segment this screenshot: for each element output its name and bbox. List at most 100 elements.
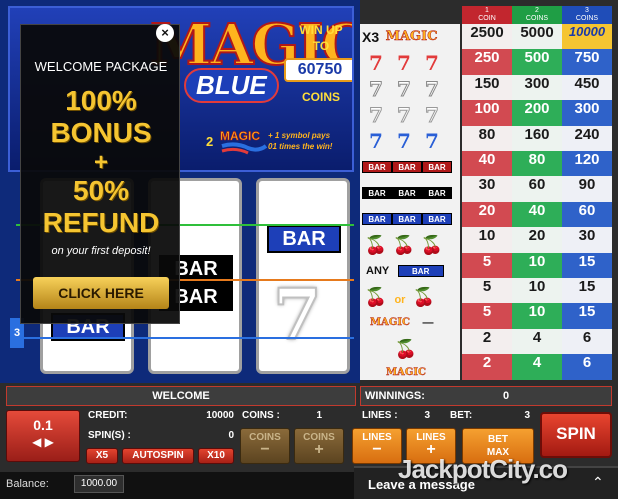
paytable-cell: 20 — [512, 227, 562, 254]
paytable-symbol-row: BAR BAR BAR — [362, 154, 458, 180]
red-seven-icon: 7 — [369, 51, 383, 75]
any-bar-icon: BAR — [397, 265, 444, 277]
spins-value: 0 — [228, 430, 234, 441]
spin-button[interactable]: SPIN — [540, 412, 612, 458]
blue-seven-icon: 7 — [369, 129, 383, 153]
balance-label: Balance: — [6, 478, 49, 490]
paytable-cell: 160 — [512, 125, 562, 152]
coins-plus-button[interactable]: COINS + — [294, 428, 344, 464]
x10-button[interactable]: X10 — [198, 448, 234, 464]
credit-value: 10000 — [206, 410, 234, 421]
black-bar-icon: BAR — [392, 187, 422, 199]
paytable-cell: 80 — [512, 151, 562, 177]
lines-value: 3 — [424, 410, 430, 421]
white-seven-icon: 7 — [397, 77, 412, 101]
paytable-symbol-row: 777 — [362, 76, 458, 102]
welcome-subtitle: on your first deposit! — [51, 245, 151, 257]
reel-3-bar: BAR — [267, 225, 341, 253]
blue-bar-icon: BAR — [422, 213, 452, 225]
paytable-symbol-row: MAGIC — [362, 362, 458, 380]
paytable-cell: 2500 — [462, 24, 512, 50]
paytable-cell: 90 — [562, 176, 612, 203]
paytable-cell: 10 — [462, 227, 512, 254]
logo-blue: BLUE — [184, 68, 279, 103]
payline-3 — [16, 337, 354, 339]
lines-minus-button[interactable]: LINES − — [352, 428, 402, 464]
cherry-icon: 🍒 — [420, 235, 444, 255]
white-seven-icon: 7 — [397, 103, 412, 127]
blue-seven-icon: 7 — [397, 129, 411, 153]
paytable-cell: 150 — [462, 74, 512, 101]
paytable-cell: 5 — [462, 303, 512, 330]
paytable-symbol-row: 🍒 — [362, 336, 458, 362]
paytable-cell: 30 — [562, 227, 612, 254]
paytable-cell: 2 — [462, 354, 512, 381]
paytable-cell: 240 — [562, 125, 612, 152]
paytable-cell: 500 — [512, 49, 562, 76]
cherry-icon: 🍒 — [392, 235, 416, 255]
winnings-display: WINNINGS: 0 — [360, 386, 612, 406]
coin-value: 0.1 — [33, 417, 53, 433]
coin-value-arrows-icon[interactable]: ◀ ▶ — [7, 435, 79, 449]
autospin-button[interactable]: AUTOSPIN — [122, 448, 194, 464]
paytable-symbol-row: ANY BAR — [362, 258, 458, 284]
paytable-cell: 4 — [512, 328, 562, 355]
coins-value: 1 — [316, 410, 322, 421]
paytable-cell: 40 — [512, 201, 562, 228]
paytable: 1 COIN 2 COINS 3 COINS X3 MAGIC 777 777 … — [360, 6, 612, 381]
coins-minus-button[interactable]: COINS − — [240, 428, 290, 464]
paytable-symbols: X3 MAGIC 777 777 777 777 BAR BAR BAR BAR BA… — [360, 24, 460, 380]
magic-logo-icon: MAGIC — [369, 317, 410, 328]
paytable-cell: 10 — [512, 252, 562, 279]
paytable-cell: 5 — [462, 252, 512, 279]
x5-button[interactable]: X5 — [86, 448, 118, 464]
paytable-cell: 30 — [462, 176, 512, 203]
paytable-header-1-coin: 1 COIN — [462, 6, 512, 24]
paytable-cell: 5000 — [512, 24, 562, 50]
paytable-cell: 2 — [462, 328, 512, 355]
welcome-bonus-percent: 100% — [65, 85, 137, 116]
red-bar-icon: BAR — [362, 161, 392, 173]
paytable-cell: 20 — [462, 201, 512, 228]
promo-number: 2 — [206, 134, 214, 149]
spins-label: SPIN(S) : — [88, 430, 131, 441]
paytable-cell: 10 — [512, 303, 562, 330]
paytable-cell: 10000 — [562, 24, 612, 50]
win-up-to-label: WIN UP TO — [299, 23, 343, 53]
click-here-button[interactable]: CLICK HERE — [33, 277, 169, 309]
paytable-cell: 4 — [512, 354, 562, 381]
paytable-cell: 120 — [562, 151, 612, 177]
paytable-cell: 300 — [562, 100, 612, 127]
paytable-symbol-row: 777 — [362, 102, 458, 128]
white-seven-icon: 7 — [369, 77, 384, 101]
dash-label: — — [422, 317, 434, 329]
coin-value-selector[interactable]: 0.1 ◀ ▶ — [6, 410, 80, 462]
paytable-symbol-row: 777 — [362, 50, 458, 76]
paytable-cell: 60 — [512, 176, 562, 203]
red-bar-icon: BAR — [422, 161, 452, 173]
multiplier-label: X3 — [362, 29, 380, 45]
reel-3: BAR 7 — [256, 178, 350, 374]
paytable-cell: 5 — [462, 278, 512, 304]
paytable-symbol-row: 🍒 or 🍒 — [362, 284, 458, 310]
paytable-column-2-coins: 5000 500 300 200 160 80 60 40 20 10 10 10 4 4 — [512, 24, 562, 381]
paytable-symbol-row: MAGIC — — [362, 310, 458, 336]
welcome-refund-percent: 50% — [72, 175, 130, 206]
paytable-cell: 200 — [512, 100, 562, 127]
paytable-column-1-coin: 2500 250 150 100 80 40 30 20 10 5 5 5 2 2 — [462, 24, 512, 381]
black-bar-icon: BAR — [362, 187, 392, 199]
close-icon[interactable]: × — [156, 24, 174, 42]
or-label: or — [394, 294, 406, 306]
red-bar-icon: BAR — [392, 161, 422, 173]
chevron-up-icon[interactable]: ⌃ — [592, 474, 604, 491]
jackpot-coins-label: COINS — [301, 90, 340, 104]
status-message: WELCOME — [6, 386, 356, 406]
paytable-symbol-row: BAR BAR BAR — [362, 180, 458, 206]
welcome-refund-label: REFUND — [42, 207, 160, 238]
paytable-cell: 60 — [562, 201, 612, 228]
paytable-cell: 15 — [562, 303, 612, 330]
paytable-cell: 250 — [462, 49, 512, 76]
paytable-cell: 450 — [562, 74, 612, 101]
magic-logo-icon: MAGIC — [385, 367, 426, 378]
cherry-icon: 🍒 — [364, 287, 388, 307]
